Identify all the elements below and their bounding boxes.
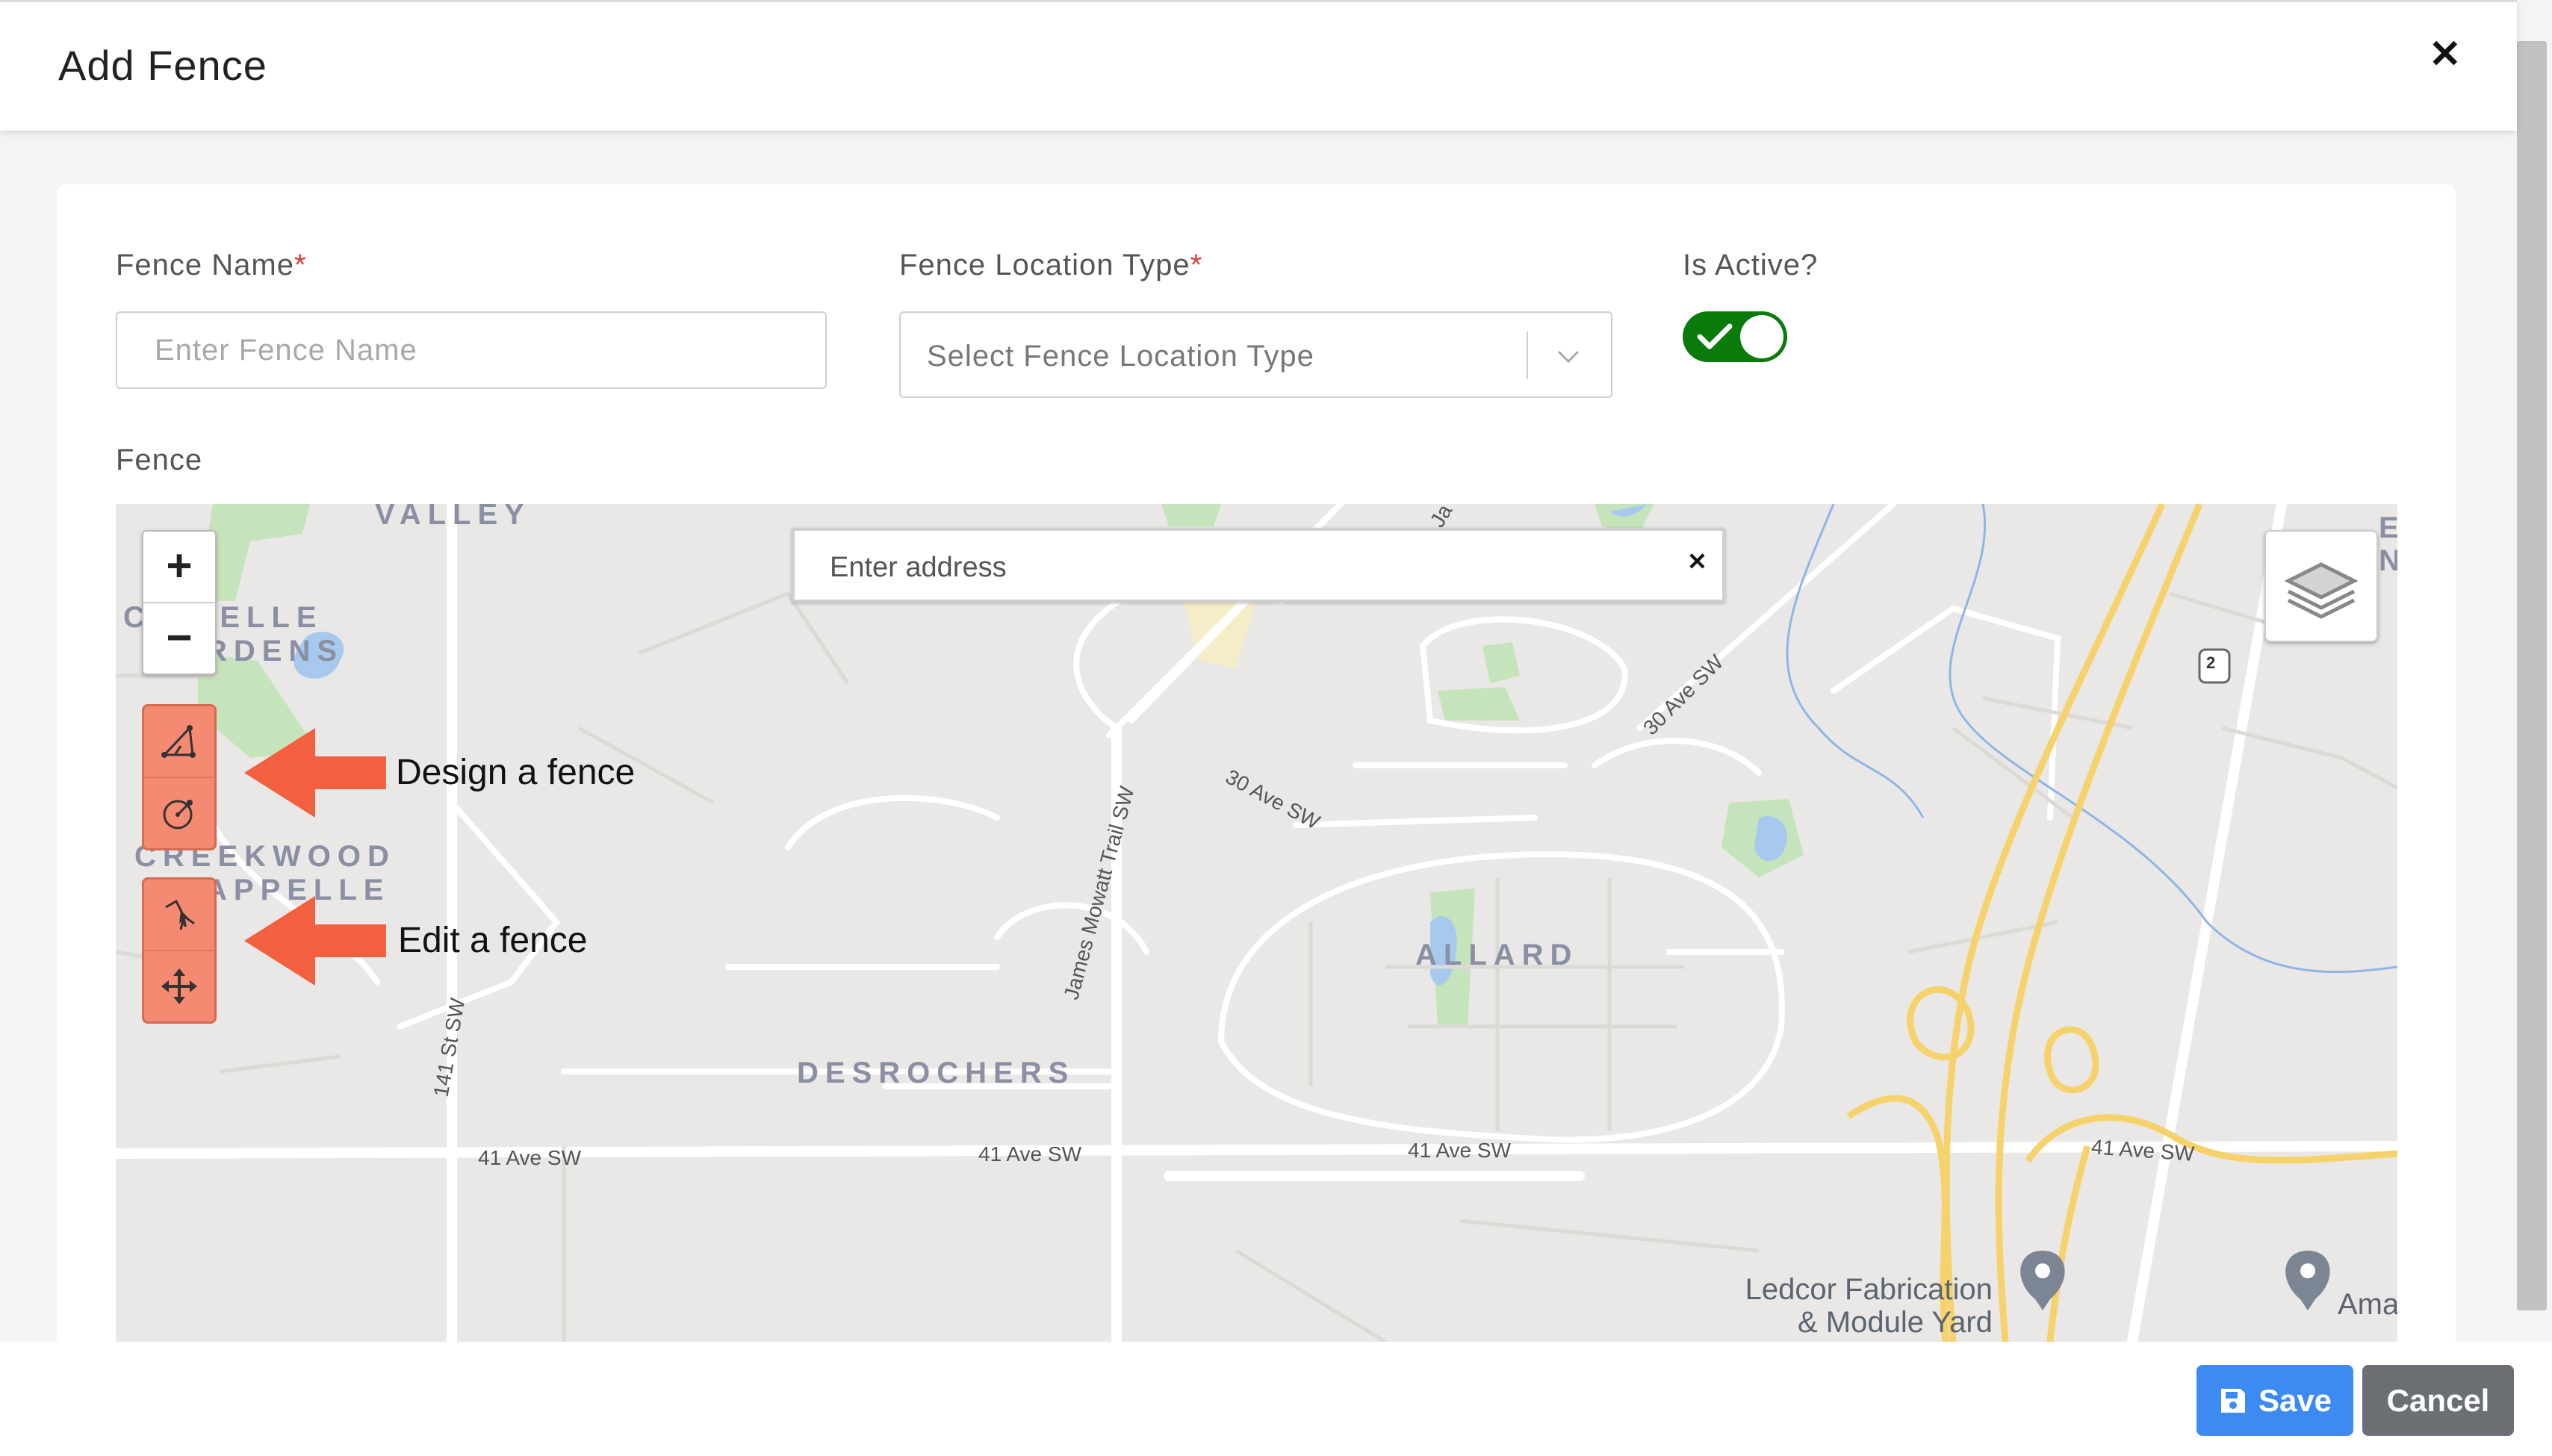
- save-label: Save: [2258, 1382, 2332, 1418]
- dialog-title: Add Fence: [58, 42, 267, 89]
- layers-button[interactable]: [2264, 530, 2378, 642]
- poi-ledcor-line-1: Ledcor Fabrication: [1745, 1273, 1993, 1306]
- annotation-design: Design a fence: [396, 753, 636, 792]
- draw-circle-icon: [163, 800, 193, 830]
- select-separator: [1527, 332, 1528, 379]
- check-icon: [1697, 323, 1733, 349]
- draw-toolbar: [142, 704, 217, 850]
- street-label: 41 Ave SW: [478, 1146, 582, 1169]
- draw-polygon-button[interactable]: [144, 706, 214, 777]
- save-icon: [2220, 1388, 2245, 1413]
- zoom-in-button[interactable]: +: [143, 532, 215, 603]
- cancel-button[interactable]: Cancel: [2362, 1365, 2514, 1436]
- arrow-left-icon: [244, 896, 386, 986]
- move-shape-button[interactable]: [144, 950, 214, 1021]
- area-desrochers: DESROCHERS: [797, 1057, 1075, 1089]
- dialog-header: Add Fence ✕: [0, 0, 2517, 131]
- draw-circle-button[interactable]: [144, 777, 214, 848]
- fence-name-label: Fence Name*: [116, 249, 307, 281]
- location-type-label: Fence Location Type*: [899, 249, 1203, 281]
- edit-shape-button[interactable]: [144, 880, 214, 950]
- annotation-edit: Edit a fence: [398, 921, 588, 960]
- street-label: 41 Ave SW: [978, 1142, 1082, 1166]
- is-active-label: Is Active?: [1683, 249, 1819, 281]
- poi-ledcor[interactable]: Ledcor Fabrication & Module Yard: [1744, 1273, 1993, 1339]
- toggle-knob: [1740, 315, 1783, 358]
- highway-shield: 2: [2206, 653, 2216, 672]
- move-icon: [161, 968, 197, 1004]
- layers-icon: [2284, 562, 2359, 619]
- poi-ledcor-line-2: & Module Yard: [1798, 1306, 1993, 1339]
- save-button[interactable]: Save: [2196, 1365, 2353, 1436]
- fence-name-input[interactable]: [116, 311, 827, 389]
- close-icon[interactable]: ✕: [2429, 32, 2462, 77]
- edit-toolbar: [142, 877, 217, 1024]
- street-label: 41 Ave SW: [1408, 1139, 1512, 1162]
- edit-vertices-icon: [165, 899, 195, 930]
- poi-ama[interactable]: Ama: [2338, 1288, 2397, 1321]
- zoom-control: + −: [142, 530, 217, 675]
- clear-address-icon[interactable]: ✕: [1687, 547, 1707, 576]
- cancel-label: Cancel: [2386, 1382, 2490, 1418]
- chevron-down-icon: [1557, 350, 1580, 364]
- scrollbar[interactable]: [2517, 41, 2547, 1310]
- arrow-left-icon: [244, 728, 386, 818]
- map[interactable]: VALLEY C PPELLE RDENS CREEKWOOD APPELLE …: [116, 504, 2397, 1342]
- location-type-placeholder: Select Fence Location Type: [927, 340, 1314, 373]
- draw-polygon-icon: [161, 725, 196, 758]
- area-allard: ALLARD: [1415, 939, 1579, 971]
- area-chappelle-2: RDENS: [205, 635, 344, 668]
- dialog-footer: [0, 1342, 2552, 1456]
- address-search: ✕: [792, 528, 1725, 603]
- address-input[interactable]: [828, 547, 1638, 588]
- location-type-select[interactable]: Select Fence Location Type: [899, 311, 1612, 398]
- fence-section-label: Fence: [116, 444, 203, 476]
- area-edge-label: E N: [2379, 511, 2397, 577]
- is-active-toggle[interactable]: [1683, 311, 1787, 362]
- zoom-out-button[interactable]: −: [143, 603, 215, 673]
- area-valley: VALLEY: [375, 504, 531, 531]
